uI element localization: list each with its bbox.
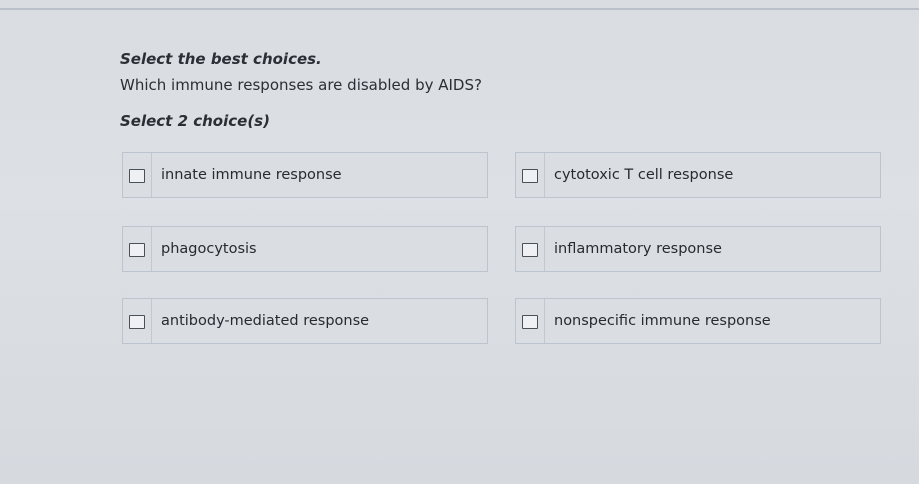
choice-option[interactable]: cytotoxic T cell response: [515, 152, 881, 198]
choice-option[interactable]: antibody-mediated response: [122, 298, 488, 344]
choice-label: antibody-mediated response: [161, 313, 370, 329]
instruction-text: Select the best choices.: [120, 50, 322, 68]
checkbox[interactable]: [522, 315, 538, 329]
checkbox[interactable]: [129, 169, 145, 183]
selection-count-text: Select 2 choice(s): [120, 112, 270, 130]
choice-option[interactable]: nonspecific immune response: [515, 298, 881, 344]
checkbox[interactable]: [522, 169, 538, 183]
choice-label: cytotoxic T cell response: [554, 167, 734, 183]
choice-option[interactable]: phagocytosis: [122, 226, 488, 272]
choice-option[interactable]: inflammatory response: [515, 226, 881, 272]
checkbox[interactable]: [129, 243, 145, 257]
choice-label: nonspecific immune response: [554, 313, 771, 329]
choice-label: inflammatory response: [554, 241, 722, 257]
checkbox[interactable]: [522, 243, 538, 257]
choice-option[interactable]: innate immune response: [122, 152, 488, 198]
checkbox[interactable]: [129, 315, 145, 329]
choice-label: innate immune response: [161, 167, 342, 183]
question-text: Which immune responses are disabled by A…: [120, 76, 482, 94]
top-divider: [0, 8, 919, 10]
choice-label: phagocytosis: [161, 241, 257, 257]
